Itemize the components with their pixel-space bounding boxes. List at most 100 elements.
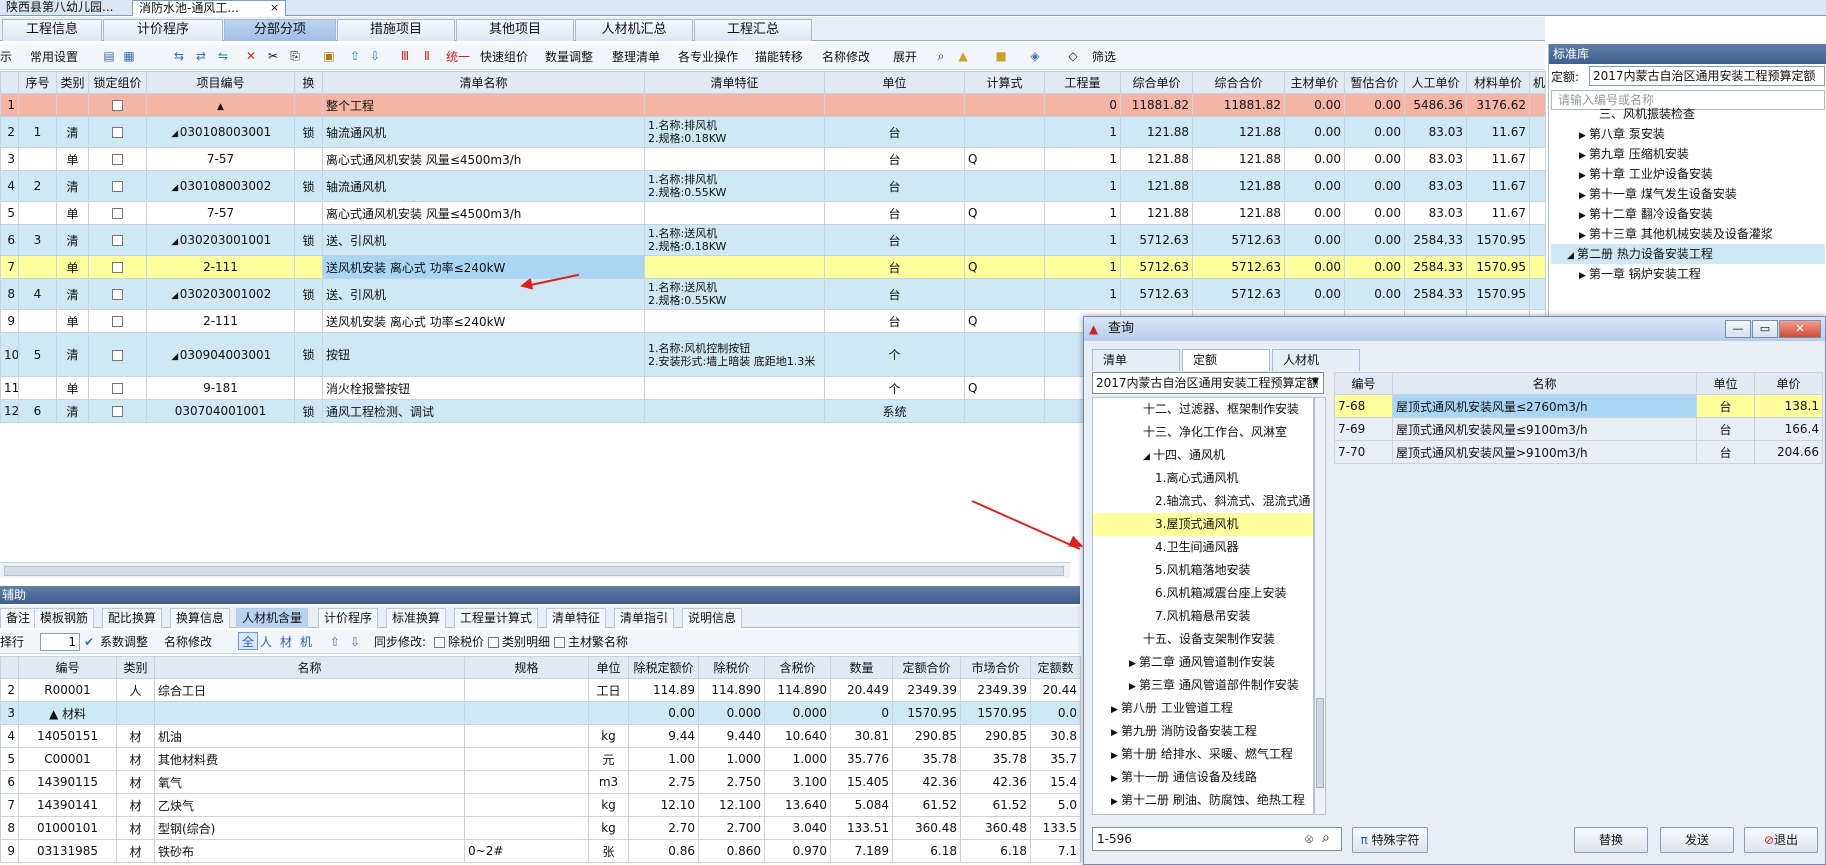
cell-code[interactable]: ◢ 030203001002	[146, 278, 295, 310]
cell-n[interactable]: 8	[0, 278, 19, 310]
table-row[interactable]: 8 01000101 材型钢(综合) kg 2.70 2.700 3.040 133.51 36…	[0, 816, 1081, 840]
tree-toggle-icon[interactable]: ▶	[1579, 186, 1589, 206]
cell-lock[interactable]: 锁	[294, 116, 323, 148]
tree-toggle-icon[interactable]: ▶	[1111, 699, 1121, 722]
quota-tree-item[interactable]: 1.离心式通风机	[1155, 467, 1238, 490]
cell-n[interactable]: 7	[0, 255, 19, 279]
cell-a[interactable]: 1.00	[628, 747, 699, 771]
column-header[interactable]: 含税价	[764, 656, 831, 679]
cell-cb[interactable]	[88, 255, 147, 279]
cell-unit[interactable]: 工日	[588, 678, 629, 702]
cell-name[interactable]: 送、引风机	[322, 278, 645, 310]
tab-template-rebar[interactable]: 模板钢筋	[34, 608, 95, 628]
cell-type[interactable]: 单	[56, 147, 89, 171]
cell-qty[interactable]: 0	[1044, 93, 1121, 117]
cell-feat[interactable]: 1.名称:送风机 2.规格:0.55KW	[644, 278, 825, 310]
cell-price[interactable]: 166.4	[1754, 417, 1823, 441]
cell-feat[interactable]	[644, 399, 825, 423]
cell-unit[interactable]: 台	[1696, 394, 1755, 418]
cell-code[interactable]: 7-70	[1334, 440, 1393, 464]
quota-row[interactable]: 7-68 屋顶式通风机安装风量≤2760m3/h 台 138.1	[1334, 394, 1823, 418]
close-icon[interactable]: ✕	[1779, 320, 1821, 338]
maximize-icon[interactable]: ▭	[1752, 320, 1778, 338]
quota-tree-item[interactable]: 2.轴流式、斜流式、混流式通	[1155, 490, 1310, 513]
cell-price[interactable]: 204.66	[1754, 440, 1823, 464]
cell-a[interactable]: 0.86	[628, 839, 699, 863]
unify-button[interactable]: 统一	[446, 48, 470, 66]
cell-cl[interactable]: 1570.95	[1466, 255, 1530, 279]
table-row[interactable]: 6 14390115 材氧气 m3 2.75 2.750 3.100 15.405 42.36 4…	[0, 770, 1081, 794]
cell-name[interactable]: 氧气	[154, 770, 465, 794]
column-header[interactable]: 计算式	[964, 71, 1045, 94]
quota-lib-select[interactable]: 2017内蒙古自治区通用安装工程预算定额	[1092, 372, 1324, 394]
column-header[interactable]: 定额合价	[892, 656, 961, 679]
cell-f[interactable]: 42.36	[960, 770, 1031, 794]
tab-other-items[interactable]: 其他项目	[456, 19, 574, 41]
expand-triangle-icon[interactable]: ◢	[170, 352, 180, 362]
cell-x[interactable]	[1529, 224, 1546, 256]
column-header[interactable]: 清单特征	[644, 71, 825, 94]
column-header[interactable]: 综合合价	[1192, 71, 1285, 94]
cell-code[interactable]: C00001	[18, 747, 117, 771]
cell-c[interactable]: 0.970	[764, 839, 831, 863]
cell-n[interactable]: 1	[0, 93, 19, 117]
lock-checkbox[interactable]	[112, 127, 123, 138]
table-row[interactable]: 2 1 清 ◢ 030108003001 锁轴流通风机 1.名称:排风机 2.规格:0.18…	[0, 116, 1546, 148]
tree-toggle-icon[interactable]: ▶	[1579, 166, 1589, 186]
cell-seq[interactable]: 6	[18, 399, 57, 423]
cell-n[interactable]: 9	[0, 839, 19, 863]
tab-pricing[interactable]: 计价程序	[103, 19, 223, 41]
specialty-ops-menu[interactable]: 各专业操作	[678, 48, 738, 66]
cell-tp[interactable]: 121.88	[1192, 170, 1285, 202]
column-header[interactable]: 暂估合价	[1344, 71, 1405, 94]
cell-cb[interactable]	[88, 147, 147, 171]
expand-menu[interactable]: 展开	[893, 48, 917, 66]
cell-cb[interactable]	[88, 170, 147, 202]
cell-type[interactable]: 材	[116, 816, 155, 840]
column-header[interactable]: 名称	[154, 656, 465, 679]
cell-spec[interactable]	[464, 770, 589, 794]
seg-all[interactable]: 全	[238, 632, 259, 650]
cell-tp[interactable]: 5712.63	[1192, 255, 1285, 279]
cell-unit[interactable]: 台	[824, 147, 965, 171]
cell-unit[interactable]: 台	[824, 255, 965, 279]
cell-code[interactable]: 14050151	[18, 724, 117, 748]
cell-seq[interactable]: 2	[18, 170, 57, 202]
tree-toggle-icon[interactable]: ▶	[1579, 266, 1589, 286]
cell-code[interactable]: 03131985	[18, 839, 117, 863]
cell-f[interactable]: 6.18	[960, 839, 1031, 863]
expand-triangle-icon[interactable]: ◢	[170, 237, 180, 247]
cell-cb[interactable]	[88, 116, 147, 148]
quota-tree-item[interactable]: ▶ 第九册 消防设备安装工程	[1111, 720, 1257, 743]
exit-button[interactable]: ⊘退出	[1744, 827, 1818, 853]
cell-seq[interactable]: 5	[18, 332, 57, 377]
cell-code[interactable]: 2-111	[146, 255, 295, 279]
dialog-titlebar[interactable]: 查询	[1084, 317, 1825, 341]
cell-unit[interactable]: m3	[588, 770, 629, 794]
cell-a[interactable]: 12.10	[628, 793, 699, 817]
cell-rg[interactable]: 2584.33	[1404, 278, 1467, 310]
transfer-menu[interactable]: 描能转移	[755, 48, 803, 66]
cell-rg[interactable]: 5486.36	[1404, 93, 1467, 117]
cell-feat[interactable]	[644, 93, 825, 117]
tree-toggle-icon[interactable]: ▶	[1111, 791, 1121, 814]
display-menu[interactable]: 示	[0, 48, 12, 66]
quota-tree-item[interactable]: 5.风机箱落地安装	[1155, 559, 1250, 582]
cell-name[interactable]: 屋顶式通风机安装风量≤9100m3/h	[1392, 417, 1697, 441]
tidy-list-menu[interactable]: 整理清单	[612, 48, 660, 66]
lock-checkbox[interactable]	[112, 100, 123, 111]
lib-tree-item[interactable]: ▶ 第八章 泵安装	[1579, 124, 1665, 144]
column-header[interactable]: 单位	[1696, 372, 1755, 395]
cell-code[interactable]: ◢ 030904003001	[146, 332, 295, 377]
cell-type[interactable]: 人	[116, 678, 155, 702]
column-header[interactable]: 市场合价	[960, 656, 1031, 679]
search-icon[interactable]: ⌕	[1322, 830, 1330, 846]
cell-code[interactable]: 01000101	[18, 816, 117, 840]
cell-cb[interactable]	[88, 201, 147, 225]
cell-feat[interactable]: 1.名称:风机控制按钮 2.安装形式:墙上暗装 底距地1.3米	[644, 332, 825, 377]
cell-code[interactable]: 030704001001	[146, 399, 295, 423]
tab-bill-features[interactable]: 清单特征	[546, 608, 607, 628]
cell-qty[interactable]: 1	[1044, 201, 1121, 225]
cell-code[interactable]: 7-68	[1334, 394, 1393, 418]
cell-lock[interactable]: 锁	[294, 278, 323, 310]
